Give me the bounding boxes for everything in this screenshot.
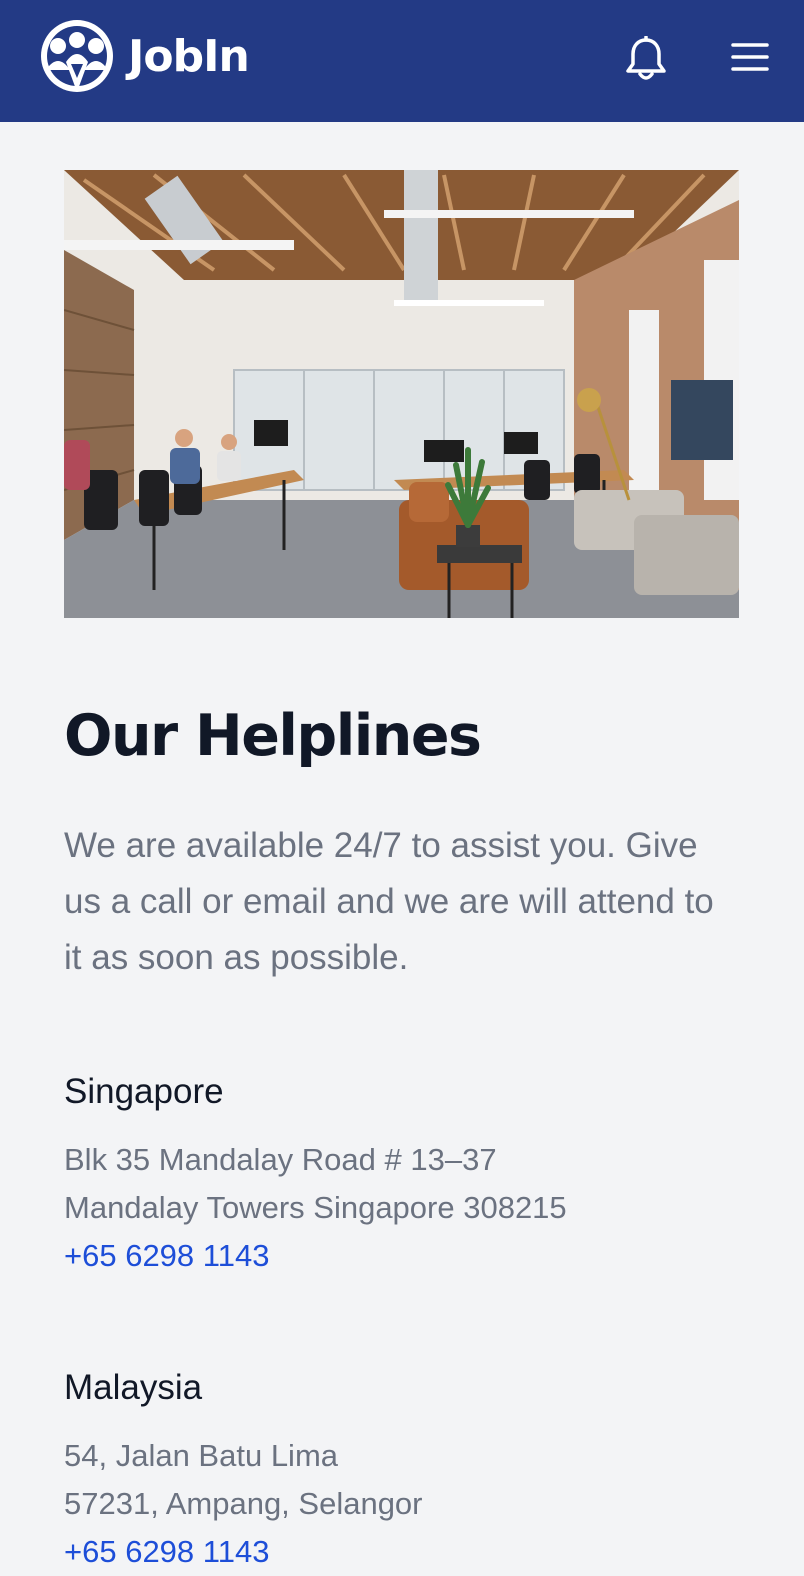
app-logo[interactable]: JobIn	[36, 18, 250, 96]
notifications-button[interactable]	[624, 35, 668, 82]
office-address-line-1: Blk 35 Mandalay Road # 13–37	[64, 1142, 497, 1177]
office-photo	[64, 170, 739, 618]
office-address-line-2: 57231, Ampang, Selangor	[64, 1486, 423, 1521]
office-singapore: Singapore Blk 35 Mandalay Road # 13–37 M…	[64, 1070, 740, 1280]
office-malaysia: Malaysia 54, Jalan Batu Lima 57231, Ampa…	[64, 1366, 740, 1576]
menu-button[interactable]	[730, 40, 770, 74]
office-phone-link[interactable]: +65 6298 1143	[64, 1232, 740, 1280]
office-address-line-2: Mandalay Towers Singapore 308215	[64, 1190, 567, 1225]
office-name: Malaysia	[64, 1368, 203, 1407]
office-interior-illustration	[64, 170, 739, 618]
office-name: Singapore	[64, 1072, 224, 1111]
intro-text: We are available 24/7 to assist you. Giv…	[64, 826, 714, 977]
top-navbar: JobIn	[0, 0, 804, 122]
logo-text: JobIn	[128, 31, 250, 82]
office-phone-link[interactable]: +65 6298 1143	[64, 1528, 740, 1576]
logo-mark-icon	[41, 20, 113, 92]
hamburger-menu-icon	[731, 43, 769, 71]
bell-icon	[626, 35, 666, 80]
page-title: Our Helplines	[64, 703, 482, 769]
office-address-line-1: 54, Jalan Batu Lima	[64, 1438, 339, 1473]
